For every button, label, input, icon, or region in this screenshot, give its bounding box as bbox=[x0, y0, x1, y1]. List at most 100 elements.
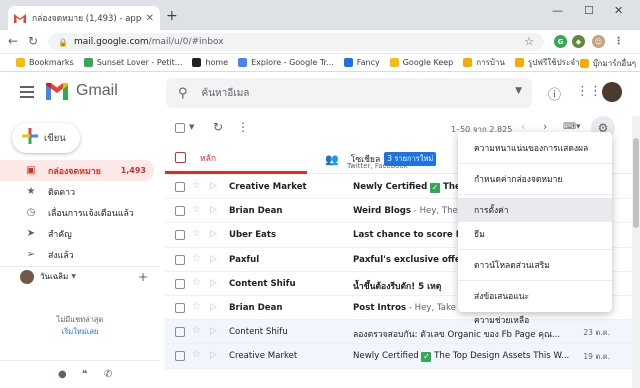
bookmark-item[interactable]: Bookmarks bbox=[16, 58, 74, 67]
row-checkbox[interactable] bbox=[175, 254, 185, 265]
star-icon[interactable]: ☆ bbox=[192, 228, 201, 239]
important-marker-icon[interactable]: ▷ bbox=[210, 254, 217, 264]
new-tab-button[interactable]: + bbox=[166, 8, 178, 24]
chrome-menu-icon[interactable]: ⋮ bbox=[612, 35, 625, 48]
menu-item-get-add-ons[interactable]: ดาวน์โหลดส่วนเสริม bbox=[458, 253, 612, 277]
row-checkbox[interactable] bbox=[175, 230, 185, 241]
table-row[interactable]: ☆ ▷ Creative Market Newly Certified ✓ Th… bbox=[165, 344, 640, 369]
search-bar[interactable]: ⚲ ค้นหาอีเมล ▼ bbox=[166, 78, 532, 108]
start-new-chat-link[interactable]: เริ่มใหม่เลย bbox=[62, 327, 99, 336]
search-icon[interactable]: ⚲ bbox=[178, 86, 188, 101]
sidebar-item-starred[interactable]: ★ ติดดาว bbox=[0, 181, 160, 202]
gmail-logo[interactable]: Gmail bbox=[46, 82, 118, 100]
email-sender: Uber Eats bbox=[229, 230, 277, 241]
maximize-icon[interactable]: ☐ bbox=[584, 4, 594, 17]
select-menu-icon[interactable]: ▼ bbox=[189, 123, 194, 131]
close-tab-icon[interactable]: ✕ bbox=[146, 13, 154, 24]
star-icon: ★ bbox=[26, 186, 36, 197]
sidebar-item-important[interactable]: ➤ สำคัญ bbox=[0, 223, 160, 244]
menu-divider bbox=[458, 249, 612, 250]
star-icon[interactable]: ☆ bbox=[192, 325, 201, 336]
star-icon[interactable]: ☆ bbox=[192, 349, 201, 360]
menu-item-settings[interactable]: การตั้งค่า bbox=[458, 198, 612, 222]
bookmark-item[interactable]: home bbox=[192, 58, 228, 67]
row-checkbox[interactable] bbox=[175, 182, 185, 192]
main-menu-icon[interactable] bbox=[20, 86, 34, 101]
tab-primary[interactable]: หลัก bbox=[165, 144, 307, 174]
window-close-icon[interactable]: ✕ bbox=[614, 4, 623, 17]
menu-divider bbox=[458, 163, 612, 164]
star-icon[interactable]: ☆ bbox=[192, 277, 201, 288]
sidebar-item-label: สำคัญ bbox=[48, 229, 72, 240]
help-icon[interactable]: ⓘ bbox=[548, 84, 561, 103]
row-checkbox[interactable] bbox=[175, 351, 185, 362]
grammarly-extension-icon[interactable]: G bbox=[554, 35, 567, 48]
compose-button[interactable]: เขียน bbox=[12, 123, 80, 153]
important-marker-icon[interactable]: ▷ bbox=[210, 205, 217, 215]
sidebar-item-label: ติดดาว bbox=[48, 187, 76, 198]
apps-grid-icon[interactable]: ⋮⋮ bbox=[576, 84, 602, 99]
add-person-icon[interactable]: + bbox=[138, 270, 148, 284]
menu-item-display-density[interactable]: ความหนาแน่นของการแสดงผล bbox=[458, 136, 612, 160]
important-marker-icon[interactable]: ▷ bbox=[210, 181, 217, 191]
bookmark-item[interactable]: Fancy bbox=[343, 58, 380, 67]
bookmark-item[interactable]: Sunset Lover - Petit... bbox=[83, 58, 182, 67]
important-marker-icon[interactable]: ▷ bbox=[210, 350, 217, 360]
bookmark-item[interactable]: Google Keep bbox=[389, 58, 453, 67]
menu-item-help[interactable]: ความช่วยเหลือ bbox=[458, 308, 612, 332]
select-all-checkbox[interactable] bbox=[175, 123, 185, 133]
important-marker-icon[interactable]: ▷ bbox=[210, 326, 217, 336]
reload-icon[interactable]: ↻ bbox=[28, 34, 38, 48]
hangouts-icon[interactable]: ❝ bbox=[82, 369, 87, 380]
gmail-m-icon bbox=[46, 82, 68, 100]
scrollbar-thumb[interactable] bbox=[633, 138, 639, 228]
other-bookmarks[interactable]: บุ๊กมาร์กอื่นๆ bbox=[579, 57, 636, 70]
hangouts-user[interactable]: วันเฉลิม ▼ + bbox=[0, 266, 160, 286]
bookmark-item[interactable]: Explore - Google Tr... bbox=[238, 58, 334, 67]
row-checkbox[interactable] bbox=[175, 278, 185, 289]
phone-icon[interactable]: ✆ bbox=[104, 369, 112, 380]
email-sender: Brian Dean bbox=[229, 206, 283, 217]
profile-icon[interactable]: ☺ bbox=[592, 35, 605, 48]
folder-icon bbox=[514, 58, 524, 67]
sidebar-item-snoozed[interactable]: ◷ เลื่อนการแจ้งเตือนแล้ว bbox=[0, 202, 160, 223]
star-icon[interactable]: ☆ bbox=[192, 253, 201, 264]
chevron-down-icon[interactable]: ▼ bbox=[71, 273, 76, 280]
sidebar-item-sent[interactable]: ➢ ส่งแล้ว bbox=[0, 244, 160, 265]
menu-item-configure-inbox[interactable]: กำหนดค่ากล่องจดหมาย bbox=[458, 167, 612, 191]
sidebar-footer: ● ❝ ✆ bbox=[0, 360, 160, 388]
extension-icon[interactable]: ◆ bbox=[572, 35, 585, 48]
account-avatar[interactable] bbox=[602, 82, 622, 102]
menu-item-send-feedback[interactable]: ส่งข้อเสนอแนะ bbox=[458, 284, 612, 308]
settings-menu: ความหนาแน่นของการแสดงผล กำหนดค่ากล่องจดห… bbox=[458, 132, 612, 326]
row-checkbox[interactable] bbox=[175, 327, 185, 338]
star-icon[interactable]: ☆ bbox=[192, 301, 201, 312]
star-icon[interactable]: ☆ bbox=[192, 180, 201, 191]
browser-tab[interactable]: กล่องจดหมาย (1,493) - appdode ✕ bbox=[8, 6, 160, 30]
row-checkbox[interactable] bbox=[175, 206, 185, 217]
star-icon[interactable]: ☆ bbox=[192, 204, 201, 215]
check-icon: ✓ bbox=[430, 183, 441, 193]
address-bar[interactable]: 🔒 mail.google.com/mail/u/0/#inbox ☆ bbox=[48, 33, 544, 51]
more-options-icon[interactable]: ⋮ bbox=[237, 120, 249, 134]
input-tools-icon[interactable]: ⌨▾ bbox=[563, 122, 581, 132]
bookmark-folder[interactable]: รูปฟรีใช้ประจำ bbox=[514, 56, 579, 69]
row-checkbox[interactable] bbox=[175, 302, 185, 313]
sidebar-nav: ▣ กล่องจดหมาย 1,493 ★ ติดดาว ◷ เลื่อนการ… bbox=[0, 160, 160, 265]
back-icon[interactable]: ← bbox=[8, 34, 18, 48]
refresh-icon[interactable]: ↻ bbox=[213, 120, 223, 134]
lock-icon: 🔒 bbox=[58, 37, 68, 47]
important-marker-icon[interactable]: ▷ bbox=[210, 302, 217, 312]
bookmark-star-icon[interactable]: ☆ bbox=[524, 35, 534, 48]
person-icon[interactable]: ● bbox=[58, 369, 67, 380]
tab-social[interactable]: 👥 โซเชียล 3 รายการใหม่ Twitter, Facebook bbox=[321, 144, 437, 174]
scrollbar[interactable] bbox=[632, 116, 640, 388]
search-options-icon[interactable]: ▼ bbox=[515, 86, 522, 96]
important-marker-icon[interactable]: ▷ bbox=[210, 278, 217, 288]
menu-item-themes[interactable]: ธีม bbox=[458, 222, 612, 246]
important-marker-icon[interactable]: ▷ bbox=[210, 229, 217, 239]
minimize-icon[interactable]: — bbox=[552, 4, 563, 17]
search-input[interactable]: ค้นหาอีเมล bbox=[202, 86, 250, 101]
sidebar-item-inbox[interactable]: ▣ กล่องจดหมาย 1,493 bbox=[0, 160, 154, 181]
bookmark-folder[interactable]: การบ้าน bbox=[463, 56, 505, 69]
